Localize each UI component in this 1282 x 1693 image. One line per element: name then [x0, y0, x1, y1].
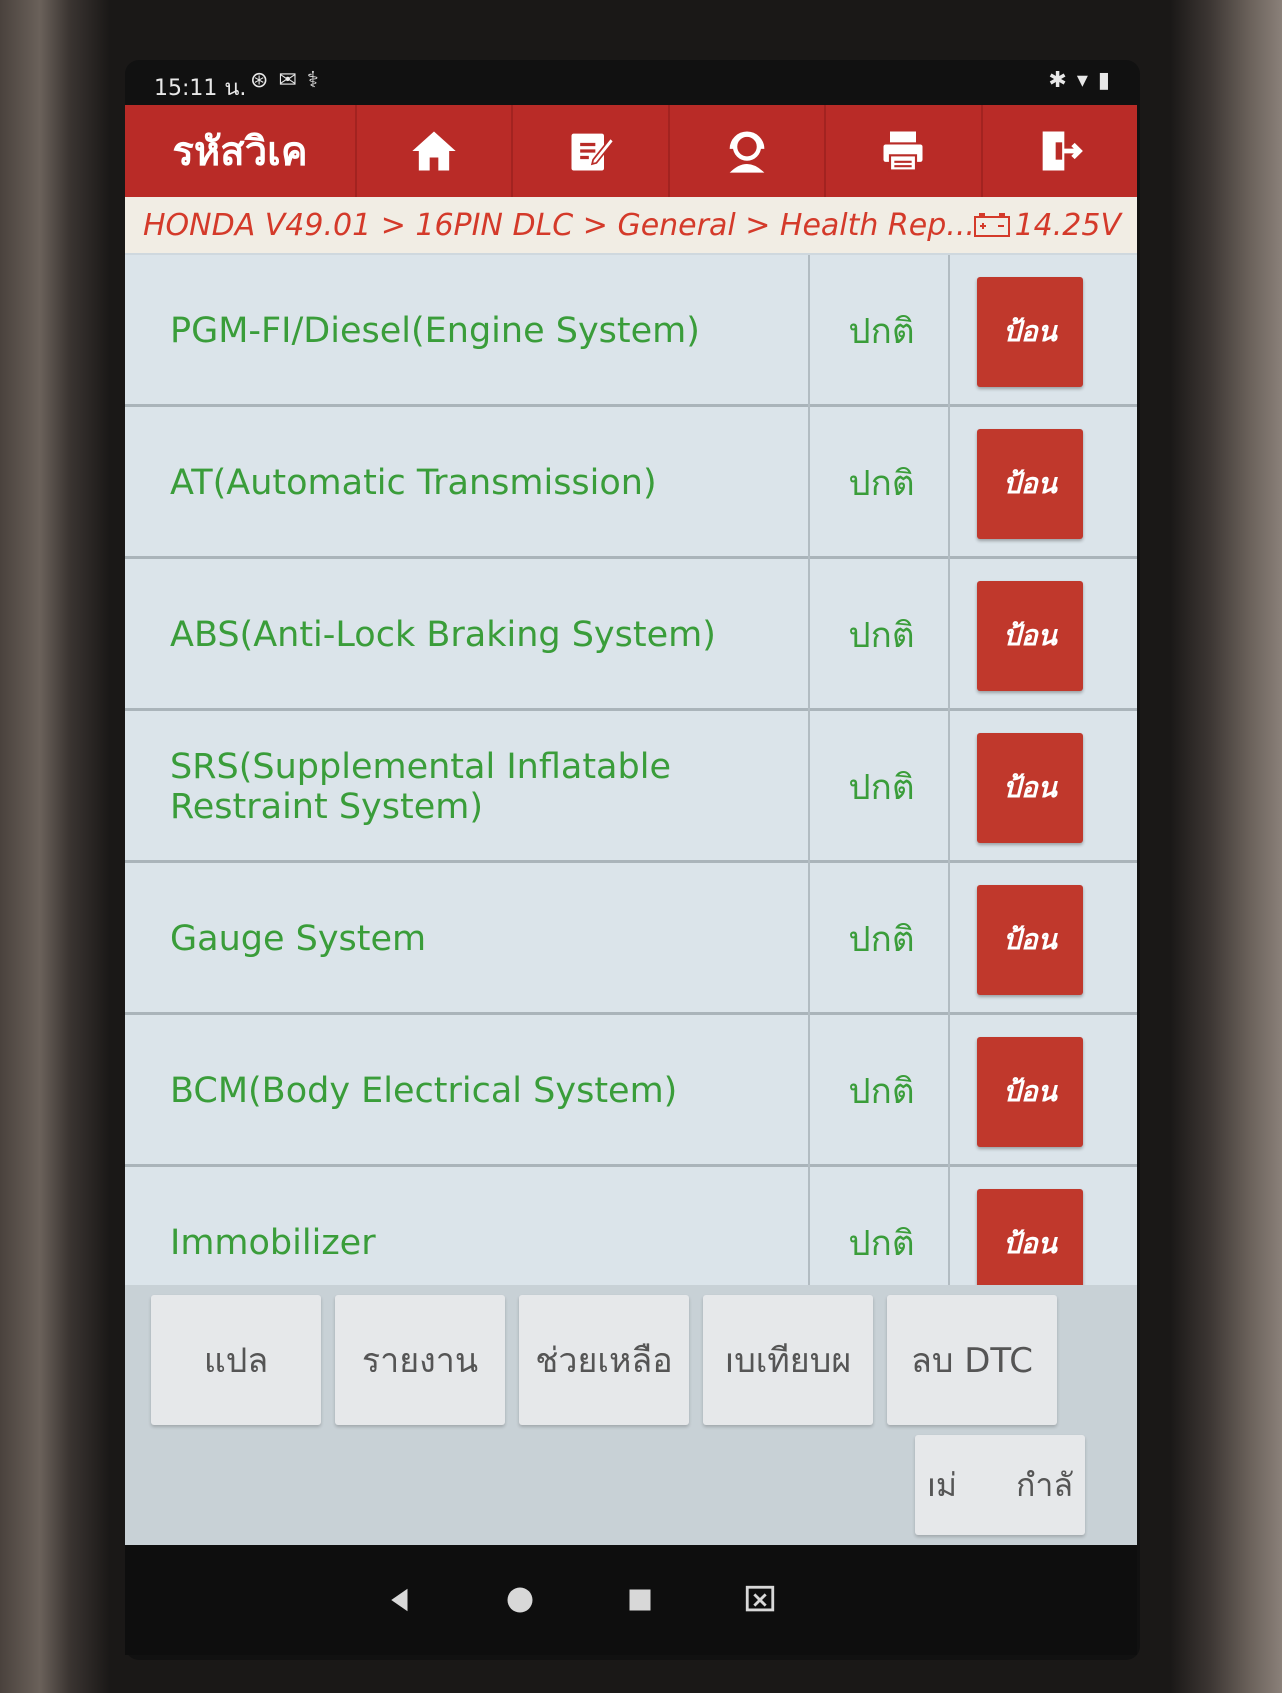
list-item: AT(Automatic Transmission) ปกติ ป้อน [125, 407, 1137, 559]
voltage-value: 14.25V [1014, 207, 1121, 243]
breadcrumb-bar: HONDA V49.01 > 16PIN DLC > General > Hea… [125, 197, 1137, 253]
system-list: PGM-FI/Diesel(Engine System) ปกติ ป้อน A… [125, 255, 1137, 1385]
status-right-icons: ✱▾▮ [1048, 68, 1120, 93]
system-name: BCM(Body Electrical System) [170, 1015, 810, 1167]
clear-dtc-button[interactable]: ลบ DTC [887, 1295, 1057, 1425]
system-name: Gauge System [170, 863, 810, 1015]
help-button[interactable]: ช่วยเหลือ [519, 1295, 689, 1425]
translate-button[interactable]: แปล [151, 1295, 321, 1425]
system-name: PGM-FI/Diesel(Engine System) [170, 255, 810, 407]
enter-button[interactable]: ป้อน [977, 733, 1083, 843]
list-item: BCM(Body Electrical System) ปกติ ป้อน [125, 1015, 1137, 1167]
bluetooth-icon: ✱ [1048, 68, 1077, 93]
enter-button[interactable]: ป้อน [977, 429, 1083, 539]
exit-button[interactable] [983, 105, 1137, 197]
android-nav-bar [125, 1545, 1137, 1655]
home-icon [412, 131, 456, 171]
edit-icon [571, 133, 615, 171]
report-button[interactable]: รายงาน [335, 1295, 505, 1425]
stethoscope-icon: ⚕ [306, 68, 329, 93]
print-icon [883, 131, 923, 172]
battery-icon: ▮ [1097, 68, 1120, 93]
list-item: SRS(Supplemental Inflatable Restraint Sy… [125, 711, 1137, 863]
system-status: ปกติ [815, 711, 950, 863]
home-circle-icon [507, 1587, 533, 1613]
mail-icon: ✉ [278, 68, 307, 93]
system-name: ABS(Anti-Lock Braking System) [170, 559, 810, 711]
compare-button[interactable]: ıบเทียบผ [703, 1295, 873, 1425]
home-nav-button[interactable] [495, 1575, 545, 1625]
back-button[interactable] [375, 1575, 425, 1625]
rescan-button[interactable]: ıม่ กำลั [915, 1435, 1085, 1535]
list-item: ABS(Anti-Lock Braking System) ปกติ ป้อน [125, 559, 1137, 711]
system-name: AT(Automatic Transmission) [170, 407, 810, 559]
system-status: ปกติ [815, 863, 950, 1015]
support-button[interactable] [670, 105, 827, 197]
back-icon [391, 1588, 408, 1612]
list-item: PGM-FI/Diesel(Engine System) ปกติ ป้อน [125, 255, 1137, 407]
rescan-button-right-label: กำลั [1016, 1465, 1073, 1504]
system-status: ปกติ [815, 255, 950, 407]
support-agent-icon [729, 131, 765, 173]
car-battery-icon [973, 213, 1010, 237]
screenshot-button[interactable] [735, 1575, 785, 1625]
recents-icon [629, 1589, 651, 1611]
status-time: 15:11 น. [154, 76, 247, 101]
enter-button[interactable]: ป้อน [977, 277, 1083, 387]
status-left-icons: ⊛✉⚕ [250, 68, 329, 93]
print-button[interactable] [826, 105, 983, 197]
home-button[interactable] [357, 105, 514, 197]
toolbar: รหัสวิเค [125, 105, 1137, 197]
status-bar: 15:11 น. ⊛✉⚕ ✱▾▮ [150, 62, 1130, 106]
edit-button[interactable] [513, 105, 670, 197]
system-status: ปกติ [815, 407, 950, 559]
list-item: Gauge System ปกติ ป้อน [125, 863, 1137, 1015]
rescan-button-left-label: ıม่ [927, 1465, 957, 1504]
enter-button[interactable]: ป้อน [977, 885, 1083, 995]
battery-voltage: 14.25V [973, 208, 1137, 243]
toolbar-title: รหัสวิเค [125, 105, 357, 197]
screenshot-icon [745, 1585, 775, 1612]
exit-icon [1042, 131, 1083, 171]
enter-button[interactable]: ป้อน [977, 1037, 1083, 1147]
system-name: SRS(Supplemental Inflatable Restraint Sy… [170, 711, 810, 863]
app-window: รหัสวิเค HONDA V49.01 > 16PIN DLC > Gene… [125, 105, 1137, 1545]
recents-button[interactable] [615, 1575, 665, 1625]
enter-button[interactable]: ป้อน [977, 1189, 1083, 1299]
enter-button[interactable]: ป้อน [977, 581, 1083, 691]
system-status: ปกติ [815, 1015, 950, 1167]
bluetooth-circle-icon: ⊛ [250, 68, 279, 93]
bottom-action-bar: แปล รายงาน ช่วยเหลือ ıบเทียบผ ลบ DTC ıม่… [125, 1285, 1137, 1545]
wifi-icon: ▾ [1076, 68, 1098, 93]
system-status: ปกติ [815, 559, 950, 711]
breadcrumb: HONDA V49.01 > 16PIN DLC > General > Hea… [143, 207, 973, 243]
